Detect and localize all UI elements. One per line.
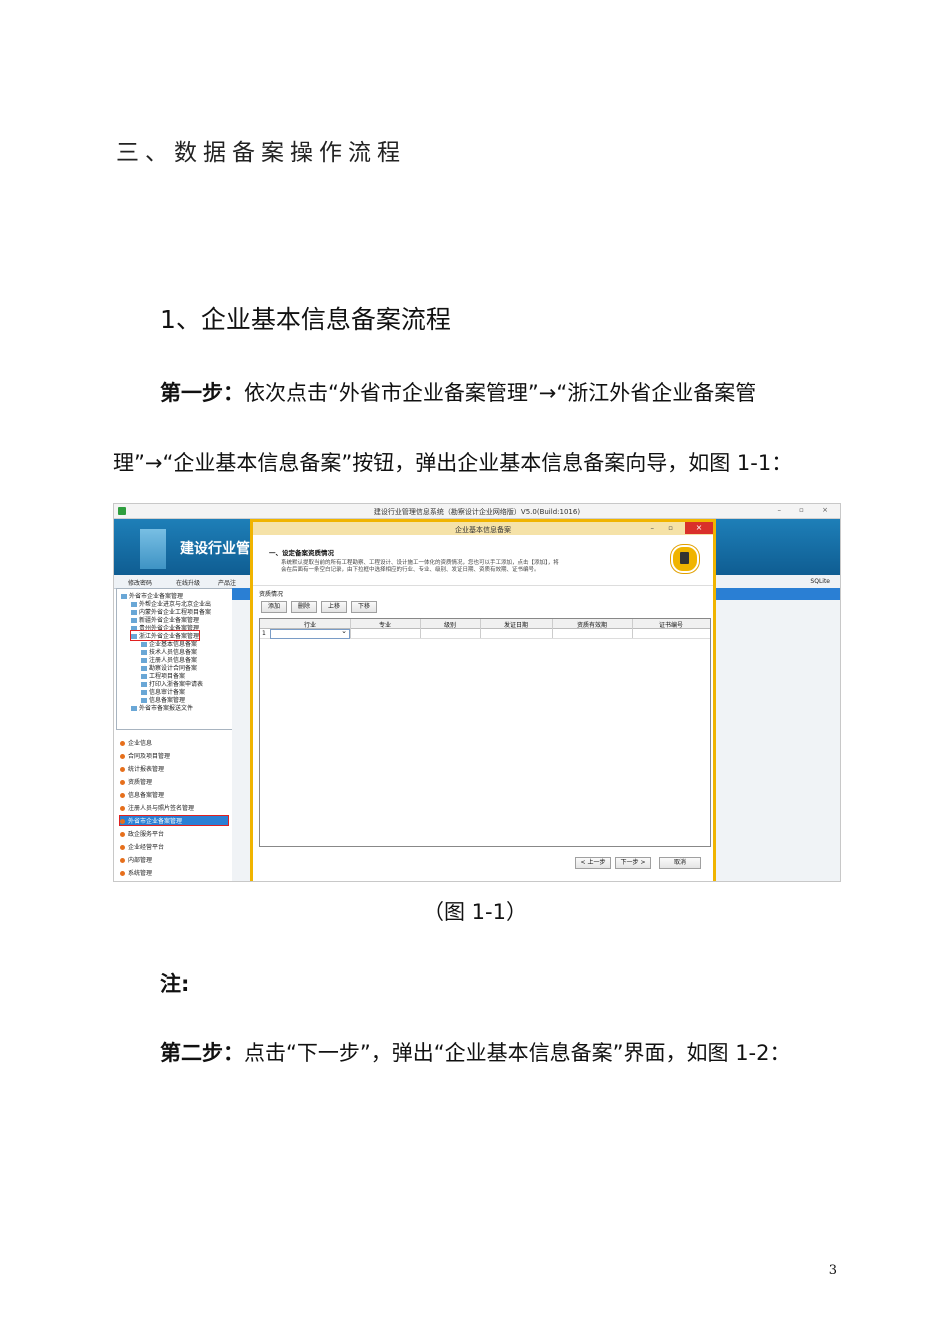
row-number: 1 [262,630,266,637]
nav-item[interactable]: 企业信息 [120,738,152,747]
step1-line1: 第一步：依次点击“外省市企业备案管理”→“浙江外省企业备案管 [160,377,756,407]
column-header: 行业 [303,622,316,629]
sub-heading: 1、企业基本信息备案流程 [160,305,451,334]
module-tree[interactable]: 外省市企业备案管理 外帮企业进京与北京企业出 内蒙外省企业工程项目备案 新疆外省… [116,588,233,730]
delete-button[interactable]: 删除 [291,601,317,613]
prev-button[interactable]: < 上一步 [575,857,611,869]
qualification-grid[interactable]: 行业 专业 级别 发证日期 资质有效期 证书编号 1 [259,618,711,847]
page-number: 3 [828,1263,837,1278]
step2-label: 第二步： [160,1041,244,1065]
cancel-button[interactable]: 取消 [659,857,701,869]
wizard-icon [671,545,699,573]
dialog-close-button[interactable]: × [685,522,713,534]
nav-item[interactable]: 内部管理 [120,855,152,864]
column-header: 专业 [378,622,391,629]
dialog-header: 一、设定备案资质情况 系统默认提取当前的所有工程勘察、工程设计、设计施工一体化的… [253,535,713,586]
nav-item[interactable]: 资质管理 [120,777,152,786]
column-header: 级别 [443,622,456,629]
figure-1-1: 建设行业管理信息系统（勘察设计企业网络版）V5.0(Build:1016) – … [113,503,841,882]
step2-line: 第二步：点击“下一步”，弹出“企业基本信息备案”界面，如图 1-2： [160,1037,791,1067]
window-controls[interactable]: – ▫ × [777,506,836,514]
nav-item[interactable]: 政企服务平台 [120,829,164,838]
dialog-description: 系统默认提取当前的所有工程勘察、工程设计、设计施工一体化的资质情况，您也可以手工… [281,560,559,573]
step1-text-line1: 依次点击“外省市企业备案管理”→“浙江外省企业备案管 [244,381,757,405]
dialog-titlebar: 企业基本信息备案 – ▫ × [253,522,713,535]
column-header: 发证日期 [503,622,528,629]
sqlite-label: SQLite [810,578,830,585]
note-label: 注: [160,972,190,996]
wizard-dialog: 企业基本信息备案 – ▫ × 一、设定备案资质情况 系统默认提取当前的所有工程勘… [250,519,716,881]
nav-item[interactable]: 企业经营平台 [120,842,164,851]
main-window-title: 建设行业管理信息系统（勘察设计企业网络版）V5.0(Build:1016) [373,508,581,516]
nav-item[interactable]: 系统管理 [120,868,152,877]
add-button[interactable]: 添加 [261,601,287,613]
group-label: 资质情况 [259,591,284,598]
step1-label: 第一步： [160,381,244,405]
building-logo-icon [140,529,166,569]
banner-title: 建设行业管 [180,541,250,557]
tree-node[interactable]: 外省市备案报送文件 [131,703,193,712]
figure-caption: （图 1-1） [423,900,527,924]
toolbar-item-password[interactable]: 修改密码 [128,578,152,587]
nav-panel: 企业信息 合同及项目管理 统计报表管理 资质管理 信息备案管理 注册人员与照片签… [116,730,231,880]
dialog-minmax-controls[interactable]: – ▫ [651,524,679,532]
main-window-titlebar: 建设行业管理信息系统（勘察设计企业网络版）V5.0(Build:1016) – … [114,504,840,519]
toolbar-item-upgrade[interactable]: 在线升级 [176,578,200,587]
table-row[interactable]: 1 [260,627,710,639]
move-up-button[interactable]: 上移 [321,601,347,613]
industry-dropdown[interactable] [270,627,350,639]
move-down-button[interactable]: 下移 [351,601,377,613]
nav-item[interactable]: 统计报表管理 [120,764,164,773]
step2-text: 点击“下一步”，弹出“企业基本信息备案”界面，如图 1-2： [244,1041,791,1065]
step1-text-line2: 理”→“企业基本信息备案”按钮，弹出企业基本信息备案向导，如图 1-1： [113,451,793,475]
nav-item[interactable]: 信息备案管理 [120,790,164,799]
next-button[interactable]: 下一步 > [615,857,651,869]
section-heading: 三、数据备案操作流程 [116,140,406,166]
dialog-title: 企业基本信息备案 [455,526,511,534]
nav-item-active[interactable]: 外省市企业备案管理 [119,815,229,826]
toolbar-item-register[interactable]: 产品注 [218,578,236,587]
column-header: 资质有效期 [576,622,607,629]
nav-item[interactable]: 注册人员与照片签名管理 [120,803,194,812]
grid-header: 行业 专业 级别 发证日期 资质有效期 证书编号 [260,619,710,629]
dialog-heading: 一、设定备案资质情况 [269,549,334,557]
column-header: 证书编号 [658,622,683,629]
note-line: 注: [160,968,189,998]
nav-item[interactable]: 合同及项目管理 [120,751,170,760]
